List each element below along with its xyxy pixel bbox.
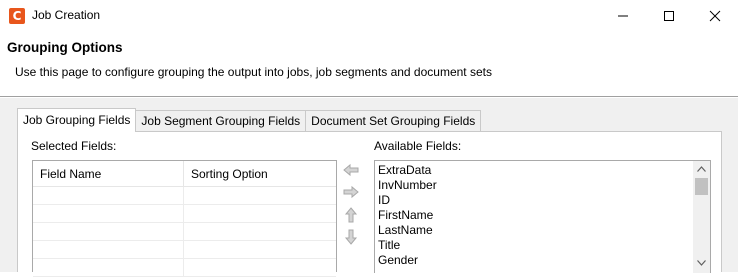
list-item[interactable]: LastName	[378, 223, 437, 238]
wizard-header: Grouping Options Use this page to config…	[0, 31, 738, 97]
maximize-button[interactable]	[646, 0, 692, 31]
available-fields-label: Available Fields:	[374, 139, 462, 153]
list-item[interactable]: ID	[378, 193, 437, 208]
list-item[interactable]: Gender	[378, 253, 437, 268]
content-area: Job Grouping Fields Job Segment Grouping…	[0, 98, 738, 277]
minimize-button[interactable]	[600, 0, 646, 31]
minimize-icon	[618, 15, 628, 17]
arrow-down-icon	[344, 229, 358, 245]
tab-document-set-grouping-fields[interactable]: Document Set Grouping Fields	[305, 110, 482, 132]
title-bar: C Job Creation	[0, 0, 738, 31]
list-item[interactable]: ExtraData	[378, 163, 437, 178]
app-logo-icon: C	[9, 8, 25, 24]
available-fields-list[interactable]: ExtraData InvNumber ID FirstName LastNam…	[374, 160, 711, 273]
tab-strip: Job Grouping Fields Job Segment Grouping…	[17, 108, 482, 132]
selected-fields-label: Selected Fields:	[31, 139, 117, 153]
chevron-up-icon	[697, 166, 706, 172]
page-description: Use this page to configure grouping the …	[15, 65, 492, 79]
column-header-sorting-option[interactable]: Sorting Option	[184, 161, 336, 186]
arrow-up-icon	[344, 207, 358, 223]
arrow-right-icon	[343, 185, 359, 199]
close-icon	[709, 10, 721, 22]
tab-panel: Selected Fields: Available Fields: Field…	[17, 131, 722, 277]
tab-job-grouping-fields[interactable]: Job Grouping Fields	[17, 108, 137, 132]
chevron-down-icon	[697, 260, 706, 266]
available-fields-items: ExtraData InvNumber ID FirstName LastNam…	[378, 163, 437, 268]
move-up-button[interactable]	[341, 207, 361, 225]
scroll-thumb[interactable]	[695, 178, 708, 195]
move-right-button[interactable]	[341, 185, 361, 203]
column-header-field-name[interactable]: Field Name	[33, 161, 184, 186]
move-left-button[interactable]	[341, 163, 361, 181]
list-item[interactable]: InvNumber	[378, 178, 437, 193]
table-row	[33, 223, 336, 241]
window-title: Job Creation	[32, 8, 101, 22]
scroll-down-button[interactable]	[693, 255, 710, 272]
list-item[interactable]: Title	[378, 238, 437, 253]
table-row	[33, 205, 336, 223]
arrow-left-icon	[343, 163, 359, 177]
move-down-button[interactable]	[341, 229, 361, 247]
scroll-up-button[interactable]	[693, 161, 710, 178]
page-title: Grouping Options	[7, 40, 123, 55]
table-row	[33, 241, 336, 259]
maximize-icon	[664, 11, 674, 21]
vertical-scrollbar[interactable]	[693, 161, 710, 273]
table-row	[33, 187, 336, 205]
close-button[interactable]	[692, 0, 738, 31]
selected-fields-table[interactable]: Field Name Sorting Option	[32, 160, 337, 277]
tab-job-segment-grouping-fields[interactable]: Job Segment Grouping Fields	[135, 110, 307, 132]
table-header: Field Name Sorting Option	[33, 161, 336, 187]
table-row	[33, 259, 336, 277]
list-item[interactable]: FirstName	[378, 208, 437, 223]
